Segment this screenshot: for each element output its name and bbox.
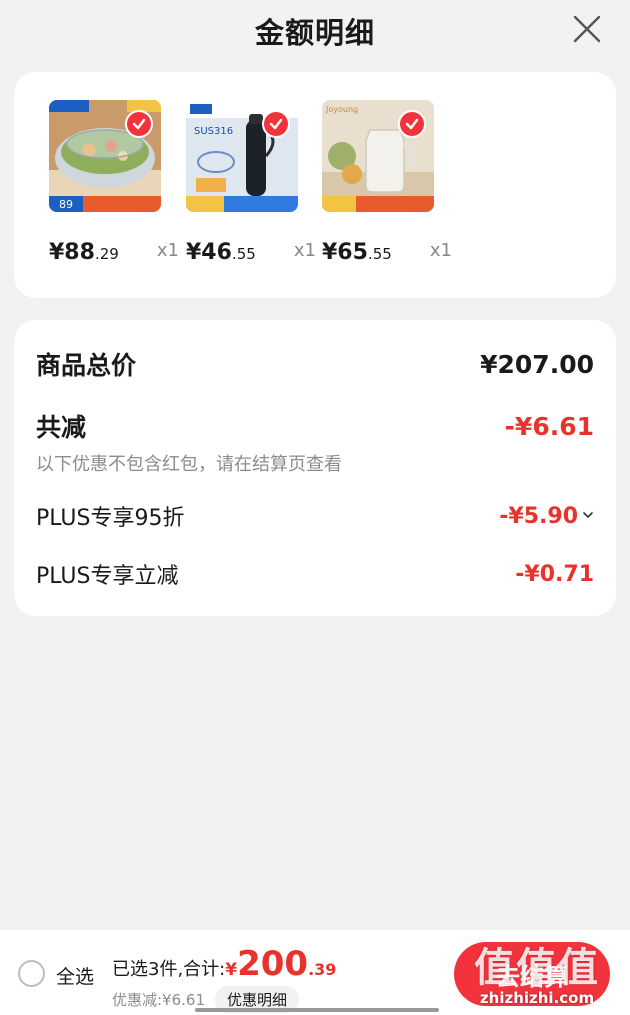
header: 金额明细 — [0, 0, 630, 62]
discount-text: 优惠减:¥6.61 — [112, 991, 205, 1009]
product-tag: Joyoung — [325, 105, 358, 114]
product-tag: 89 — [59, 198, 73, 211]
home-indicator — [195, 1008, 439, 1012]
quantity: x1 — [156, 240, 179, 261]
plus-discount-value: -¥5.90 — [499, 503, 578, 529]
total-price-value: ¥207.00 — [480, 349, 594, 379]
total-reduce-label: 共减 — [36, 413, 87, 442]
pot-product-image[interactable]: 89 — [49, 100, 161, 212]
price-main: ¥46 — [186, 240, 232, 265]
total-price-label: 商品总价 — [36, 351, 137, 380]
discount-hint: 以下优惠不包含红包，请在结算页查看 — [36, 454, 342, 475]
checkout-bar: 全选 已选3件,合计: ¥ 200 .39 优惠减:¥6.61 优惠明细 去结算 — [0, 930, 630, 1015]
plus-reduce-label: PLUS专享立减 — [36, 564, 179, 589]
page-title: 金额明细 — [254, 16, 375, 50]
close-icon[interactable] — [572, 14, 602, 44]
price-row: ¥88.29 x1 — [49, 240, 179, 265]
check-icon[interactable] — [125, 110, 153, 138]
quantity: x1 — [429, 240, 452, 261]
total-amount: 200 — [237, 944, 309, 984]
plus-reduce-row: PLUS专享立减 -¥0.71 — [36, 558, 594, 590]
product-tag: SUS316 — [194, 126, 233, 137]
price-decimal: .55 — [231, 245, 256, 263]
select-all-radio[interactable] — [18, 960, 45, 987]
plus-discount-label: PLUS专享95折 — [36, 506, 185, 531]
price-row: ¥65.55 x1 — [322, 240, 452, 265]
kettle-product-image[interactable]: Joyoung — [322, 100, 434, 212]
plus-discount-row[interactable]: PLUS专享95折 -¥5.90 — [36, 500, 594, 532]
total-price-row: 商品总价 ¥207.00 — [36, 346, 594, 382]
total-reduce-row: 共减 -¥6.61 — [36, 408, 594, 444]
total-reduce-value: -¥6.61 — [504, 411, 594, 441]
check-icon[interactable] — [262, 110, 290, 138]
price-row: ¥46.55 x1 — [186, 240, 316, 265]
plus-reduce-value: -¥0.71 — [515, 561, 594, 587]
quantity: x1 — [293, 240, 316, 261]
total-currency: ¥ — [225, 960, 238, 980]
checkout-button[interactable]: 去结算 — [454, 942, 610, 1006]
select-all-label[interactable]: 全选 — [56, 962, 94, 989]
price-decimal: .55 — [367, 245, 392, 263]
total-line: 已选3件,合计: ¥ 200 .39 — [112, 944, 336, 984]
price-decimal: .29 — [94, 245, 119, 263]
price-summary-card: 商品总价 ¥207.00 共减 -¥6.61 以下优惠不包含红包，请在结算页查看… — [14, 320, 616, 616]
total-decimal: .39 — [308, 960, 337, 979]
thermos-product-image[interactable]: SUS316 — [186, 100, 298, 212]
price-main: ¥65 — [322, 240, 368, 265]
selected-count-label: 已选3件,合计: — [112, 959, 226, 980]
products-card: 89 ¥88.29 x1 SUS316 ¥46 .55 x1 Joyoung ¥… — [14, 72, 616, 298]
check-icon[interactable] — [398, 110, 426, 138]
chevron-down-icon[interactable] — [582, 508, 594, 524]
price-main: ¥88 — [49, 240, 95, 265]
